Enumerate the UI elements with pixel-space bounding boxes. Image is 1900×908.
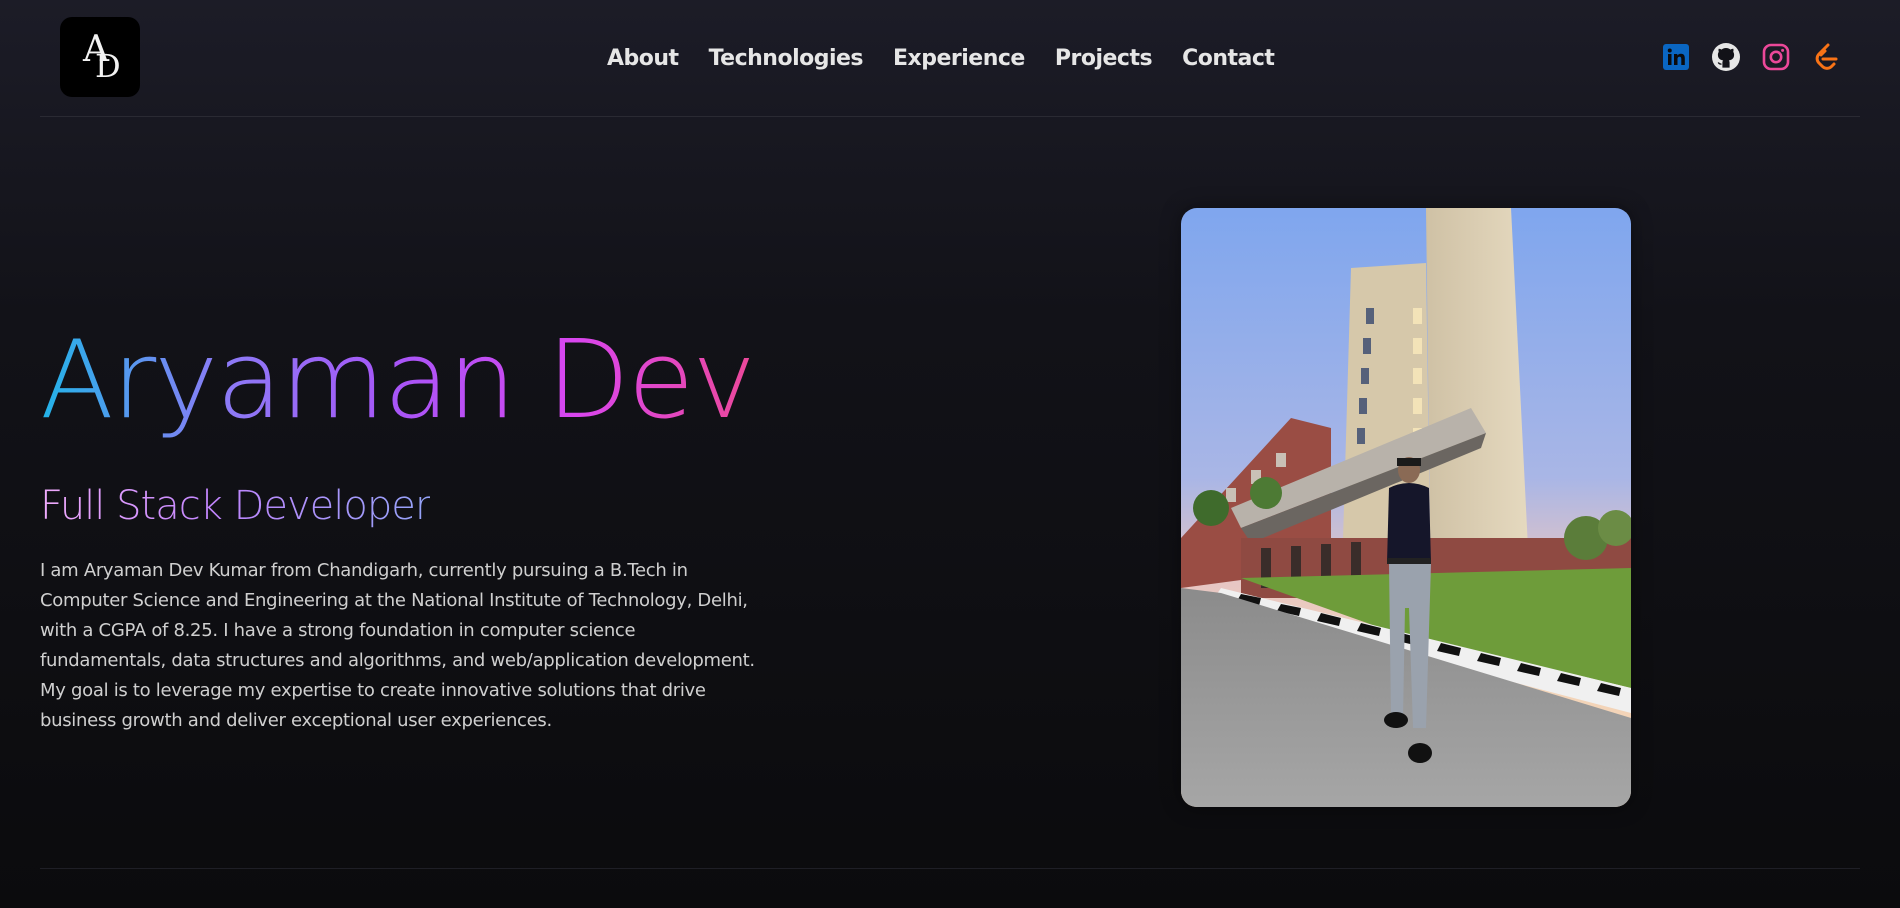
github-link[interactable] (1710, 41, 1742, 73)
nav-link-contact[interactable]: Contact (1182, 46, 1275, 71)
linkedin-link[interactable] (1660, 41, 1692, 73)
navbar: A D About Technologies Experience Projec… (40, 0, 1860, 117)
instagram-link[interactable] (1760, 41, 1792, 73)
linkedin-icon (1663, 44, 1689, 70)
nav-menu: About Technologies Experience Projects C… (607, 38, 1275, 78)
nav-link-technologies[interactable]: Technologies (709, 46, 864, 71)
page: A D About Technologies Experience Projec… (40, 0, 1860, 908)
hero-description: I am Aryaman Dev Kumar from Chandigarh, … (40, 560, 755, 731)
logo-letter-d: D (95, 47, 121, 85)
nav-link-about[interactable]: About (607, 46, 679, 71)
nav-link-projects[interactable]: Projects (1055, 46, 1153, 71)
github-icon (1712, 43, 1740, 71)
leetcode-icon (1815, 43, 1838, 70)
profile-photo (1181, 208, 1631, 807)
logo[interactable]: A D (60, 17, 140, 97)
logo-monogram: A D (75, 27, 125, 87)
section-divider (40, 868, 1860, 869)
leetcode-link[interactable] (1810, 41, 1842, 73)
nav-link-experience[interactable]: Experience (893, 46, 1025, 71)
instagram-icon (1762, 43, 1790, 71)
social-links (1660, 40, 1860, 74)
hero-name: Aryaman Dev (40, 318, 756, 444)
profile-photo-image (1181, 208, 1631, 807)
hero-role: Full Stack Developer (40, 483, 431, 530)
